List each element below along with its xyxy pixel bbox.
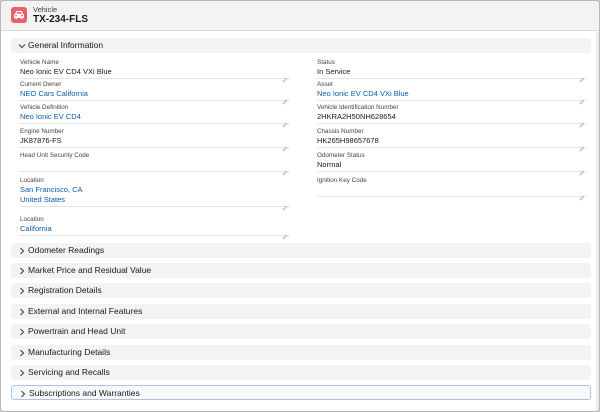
chevron-right-icon: [20, 308, 25, 316]
car-icon: [11, 7, 27, 23]
field-divider: [20, 206, 290, 207]
field-value-link[interactable]: Neo Ionic EV CD4: [20, 112, 290, 122]
section-label: Servicing and Recalls: [28, 367, 110, 377]
edit-pencil-icon[interactable]: [282, 227, 288, 240]
field-value-link[interactable]: United States: [20, 195, 290, 205]
field-divider: [20, 123, 290, 124]
chevron-right-icon: [20, 328, 25, 336]
field-divider: [20, 235, 290, 236]
record-page: Vehicle TX-234-FLS General Information V…: [0, 0, 600, 412]
field-label: Status: [317, 59, 335, 66]
section-label: External and Internal Features: [28, 306, 143, 316]
field-label: Odometer Status: [317, 152, 365, 159]
edit-pencil-icon[interactable]: [282, 115, 288, 128]
field-location: Location San Francisco, CA United States: [20, 177, 290, 211]
field-label: Ignition Key Code: [317, 177, 367, 184]
section-odometer-readings[interactable]: Odometer Readings: [11, 243, 591, 258]
record-title: TX-234-FLS: [33, 14, 89, 25]
field-status: Status In Service: [317, 59, 587, 83]
field-vehicle-identification-number: Vehicle Identification Number 2HKRA2H50NH…: [317, 104, 587, 128]
edit-pencil-icon[interactable]: [282, 70, 288, 83]
edit-pencil-icon[interactable]: [579, 115, 585, 128]
field-divider: [317, 171, 587, 172]
edit-pencil-icon[interactable]: [282, 92, 288, 105]
section-label: General Information: [28, 40, 104, 50]
edit-pencil-icon[interactable]: [579, 163, 585, 176]
chevron-right-icon: [20, 247, 25, 255]
field-divider: [317, 123, 587, 124]
field-location: Location California: [20, 216, 290, 240]
field-value: 2HKRA2H50NH628654: [317, 112, 396, 121]
field-value: Neo Ionic EV CD4 VXi Blue: [20, 67, 112, 76]
field-value: JK87876-FS: [20, 136, 62, 145]
section-subscriptions-and-warranties[interactable]: Subscriptions and Warranties: [11, 385, 591, 400]
field-label: Location: [20, 177, 44, 184]
field-label: Current Owner: [20, 81, 62, 88]
field-value-link[interactable]: San Francisco, CA: [20, 185, 290, 195]
field-odometer-status: Odometer Status Normal: [317, 152, 587, 176]
chevron-right-icon: [21, 390, 26, 398]
chevron-right-icon: [20, 349, 25, 357]
section-manufacturing-details[interactable]: Manufacturing Details: [11, 345, 591, 360]
section-label: Manufacturing Details: [28, 347, 111, 357]
field-head-unit-security-code: Head Unit Security Code: [20, 152, 290, 176]
section-label: Registration Details: [28, 285, 102, 295]
section-label: Odometer Readings: [28, 245, 105, 255]
edit-pencil-icon[interactable]: [282, 163, 288, 176]
field-vehicle-definition: Vehicle Definition Neo Ionic EV CD4: [20, 104, 290, 128]
field-value-link[interactable]: Neo Ionic EV CD4 VXi Blue: [317, 89, 587, 99]
field-divider: [317, 147, 587, 148]
field-label: Head Unit Security Code: [20, 152, 90, 159]
scrollbar[interactable]: [596, 32, 599, 411]
section-market-price-and-residual-value[interactable]: Market Price and Residual Value: [11, 263, 591, 278]
field-divider: [20, 171, 290, 172]
field-divider: [317, 78, 587, 79]
field-divider: [317, 196, 587, 197]
chevron-right-icon: [20, 287, 25, 295]
field-engine-number: Engine Number JK87876-FS: [20, 128, 290, 152]
edit-pencil-icon[interactable]: [579, 70, 585, 83]
field-label: Vehicle Identification Number: [317, 104, 399, 111]
edit-pencil-icon[interactable]: [579, 92, 585, 105]
field-asset: Asset Neo Ionic EV CD4 VXi Blue: [317, 81, 587, 105]
section-registration-details[interactable]: Registration Details: [11, 283, 591, 298]
chevron-right-icon: [20, 369, 25, 377]
field-label: Engine Number: [20, 128, 64, 135]
section-powertrain-and-head-unit[interactable]: Powertrain and Head Unit: [11, 324, 591, 339]
section-label: Market Price and Residual Value: [28, 265, 152, 275]
field-label: Chassis Number: [317, 128, 364, 135]
record-header: Vehicle TX-234-FLS: [1, 1, 599, 31]
field-chassis-number: Chassis Number HK265H98657678: [317, 128, 587, 152]
field-value: Normal: [317, 160, 342, 169]
edit-pencil-icon[interactable]: [282, 198, 288, 211]
field-label: Location: [20, 216, 44, 223]
field-label: Vehicle Definition: [20, 104, 69, 111]
object-type-label: Vehicle: [33, 5, 58, 14]
record-detail-content: General Information Vehicle Name Neo Ioni…: [1, 32, 599, 411]
section-external-and-internal-features[interactable]: External and Internal Features: [11, 304, 591, 319]
field-label: Vehicle Name: [20, 59, 59, 66]
field-current-owner: Current Owner NEO Cars California: [20, 81, 290, 105]
field-label: Asset: [317, 81, 333, 88]
edit-pencil-icon[interactable]: [579, 188, 585, 201]
field-vehicle-name: Vehicle Name Neo Ionic EV CD4 VXi Blue: [20, 59, 290, 83]
chevron-right-icon: [20, 267, 25, 275]
field-ignition-key-code: Ignition Key Code: [317, 177, 587, 201]
field-divider: [20, 147, 290, 148]
section-servicing-and-recalls[interactable]: Servicing and Recalls: [11, 365, 591, 380]
chevron-down-icon: [18, 44, 26, 49]
section-general-information[interactable]: General Information: [11, 38, 591, 53]
field-divider: [317, 100, 587, 101]
field-value: In Service: [317, 67, 351, 76]
field-value-link[interactable]: California: [20, 224, 290, 234]
section-label: Subscriptions and Warranties: [29, 388, 140, 398]
field-divider: [20, 100, 290, 101]
edit-pencil-icon[interactable]: [579, 139, 585, 152]
field-divider: [20, 78, 290, 79]
section-label: Powertrain and Head Unit: [28, 326, 126, 336]
edit-pencil-icon[interactable]: [282, 139, 288, 152]
field-value: HK265H98657678: [317, 136, 379, 145]
field-value-link[interactable]: NEO Cars California: [20, 89, 290, 99]
